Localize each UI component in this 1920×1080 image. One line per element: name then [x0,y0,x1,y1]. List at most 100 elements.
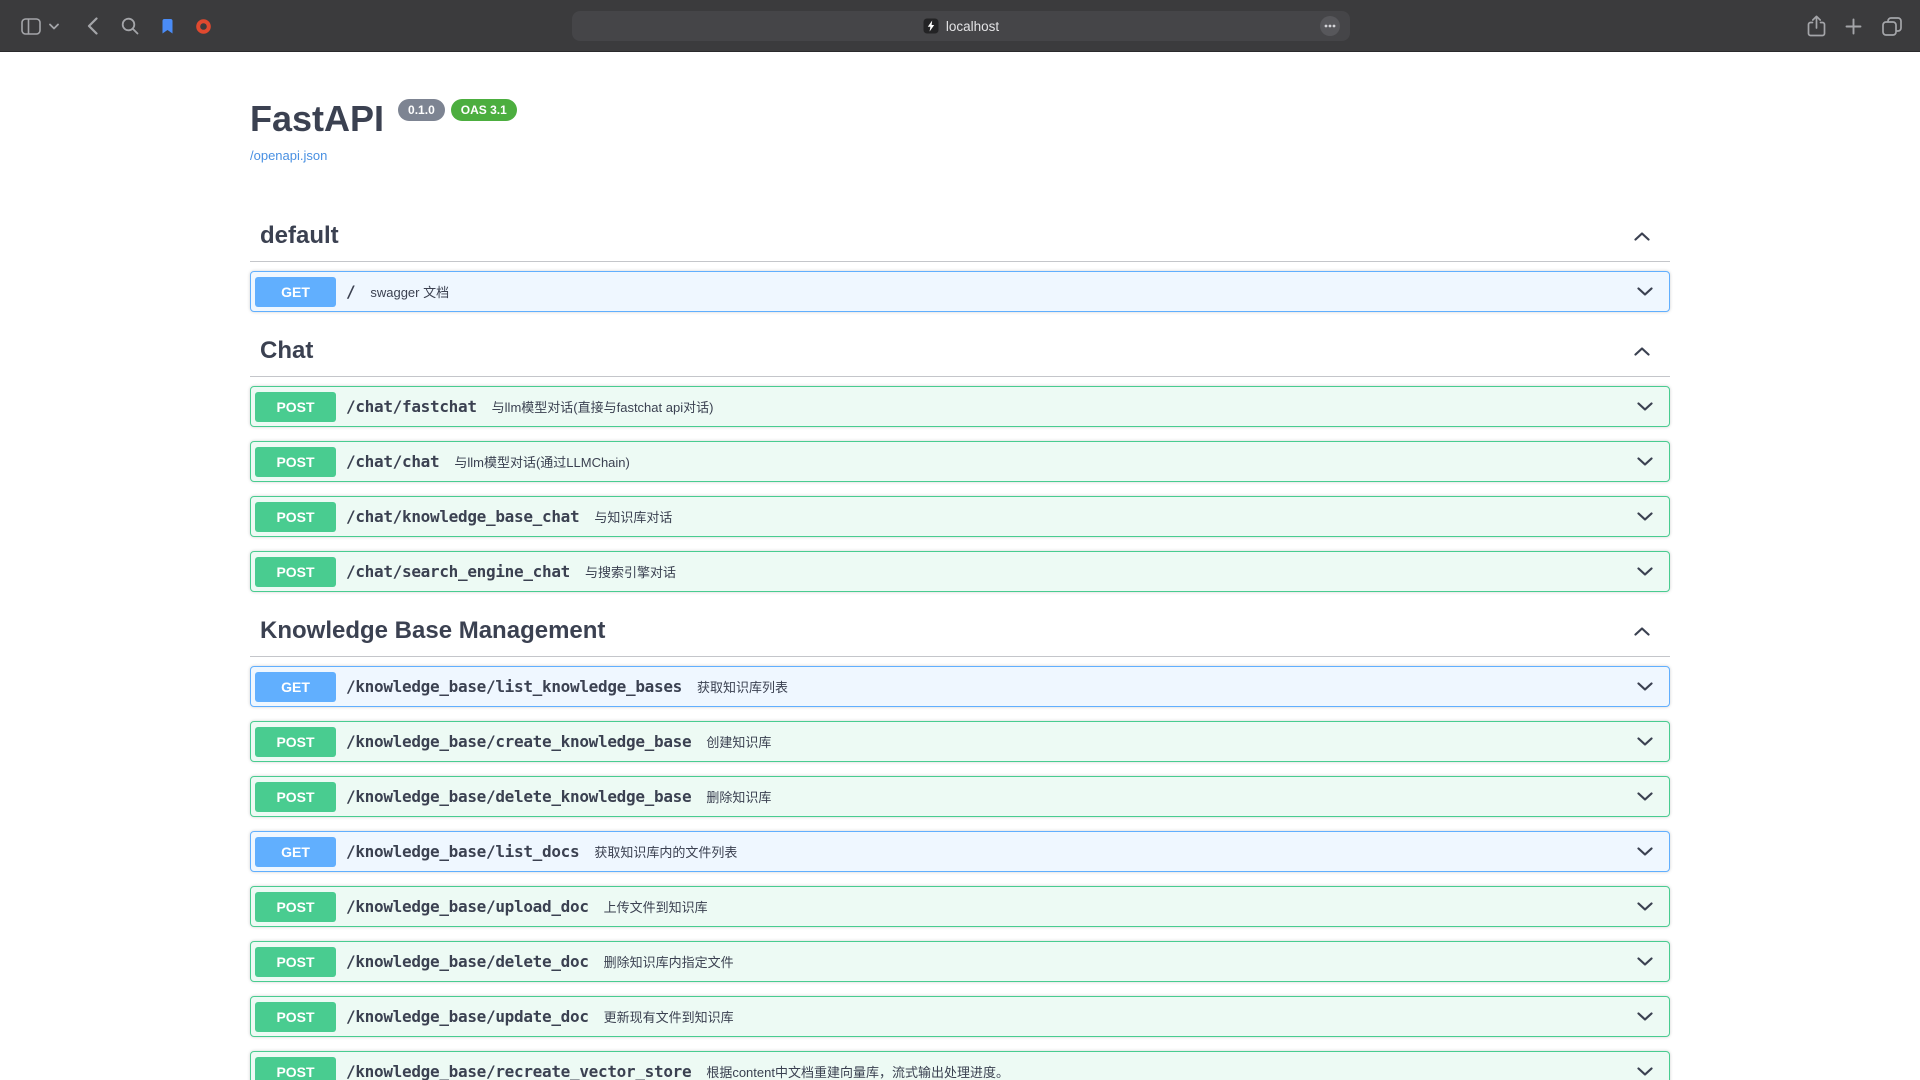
expand-operation-icon[interactable] [1637,957,1653,966]
method-badge: POST [255,727,336,757]
orange-app-icon[interactable] [189,12,217,40]
method-badge: POST [255,447,336,477]
method-badge: POST [255,947,336,977]
tab-overview-icon[interactable] [1878,12,1906,40]
operation-description: 与知识库对话 [594,507,672,526]
api-sections: default GET / swagger 文档 Chat POST /chat… [250,211,1670,1080]
expand-operation-icon[interactable] [1637,402,1653,411]
address-bar[interactable]: localhost [572,11,1350,41]
operation-row[interactable]: POST /chat/fastchat 与llm模型对话(直接与fastchat… [250,386,1670,427]
operation-path: /knowledge_base/list_knowledge_bases [346,677,682,696]
expand-operation-icon[interactable] [1637,512,1653,521]
collapse-section-icon[interactable] [1634,627,1650,636]
api-section: Chat POST /chat/fastchat 与llm模型对话(直接与fas… [250,326,1670,592]
swagger-page: FastAPI 0.1.0 OAS 3.1 /openapi.json defa… [0,52,1920,1080]
operation-path: /knowledge_base/recreate_vector_store [346,1062,691,1080]
operation-path: /knowledge_base/update_doc [346,1007,589,1026]
operation-description: 删除知识库 [706,787,771,806]
new-tab-icon[interactable] [1839,12,1867,40]
browser-toolbar: localhost [0,0,1920,52]
operation-row[interactable]: POST /chat/knowledge_base_chat 与知识库对话 [250,496,1670,537]
expand-operation-icon[interactable] [1637,902,1653,911]
method-badge: POST [255,892,336,922]
method-badge: POST [255,502,336,532]
expand-operation-icon[interactable] [1637,847,1653,856]
operation-row[interactable]: POST /knowledge_base/create_knowledge_ba… [250,721,1670,762]
api-section: default GET / swagger 文档 [250,211,1670,312]
operation-row[interactable]: GET /knowledge_base/list_knowledge_bases… [250,666,1670,707]
operation-row[interactable]: POST /knowledge_base/delete_doc 删除知识库内指定… [250,941,1670,982]
search-icon[interactable] [116,12,144,40]
operation-row[interactable]: POST /knowledge_base/delete_knowledge_ba… [250,776,1670,817]
operation-row[interactable]: GET /knowledge_base/list_docs 获取知识库内的文件列… [250,831,1670,872]
operation-path: /chat/knowledge_base_chat [346,507,579,526]
operation-path: /chat/search_engine_chat [346,562,570,581]
expand-operation-icon[interactable] [1637,287,1653,296]
page-title: FastAPI [250,98,384,140]
operation-description: 与llm模型对话(通过LLMChain) [454,452,630,471]
section-operations: GET / swagger 文档 [250,262,1670,312]
operation-row[interactable]: POST /knowledge_base/upload_doc 上传文件到知识库 [250,886,1670,927]
operation-description: 删除知识库内指定文件 [604,952,734,971]
method-badge: POST [255,1002,336,1032]
sidebar-icon[interactable] [17,12,45,40]
operation-path: / [346,282,355,301]
operation-description: 获取知识库列表 [697,677,788,696]
operation-description: 上传文件到知识库 [604,897,708,916]
operation-path: /chat/fastchat [346,397,477,416]
collapse-section-icon[interactable] [1634,347,1650,356]
operation-path: /knowledge_base/delete_doc [346,952,589,971]
operation-row[interactable]: GET / swagger 文档 [250,271,1670,312]
operation-description: 与搜索引擎对话 [585,562,676,581]
expand-operation-icon[interactable] [1637,792,1653,801]
operation-description: 更新现有文件到知识库 [604,1007,734,1026]
expand-operation-icon[interactable] [1637,567,1653,576]
site-favicon [923,18,939,34]
operation-description: 与llm模型对话(直接与fastchat api对话) [492,397,714,416]
section-header[interactable]: default [250,211,1670,262]
operation-row[interactable]: POST /chat/search_engine_chat 与搜索引擎对话 [250,551,1670,592]
section-title: Chat [260,336,313,366]
method-badge: GET [255,837,336,867]
api-info: FastAPI 0.1.0 OAS 3.1 /openapi.json [250,52,1670,165]
operation-path: /chat/chat [346,452,439,471]
operation-row[interactable]: POST /knowledge_base/update_doc 更新现有文件到知… [250,996,1670,1037]
operation-description: 获取知识库内的文件列表 [594,842,737,861]
operation-row[interactable]: POST /chat/chat 与llm模型对话(通过LLMChain) [250,441,1670,482]
chevron-down-icon[interactable] [45,12,63,40]
method-badge: POST [255,782,336,812]
section-title: default [260,221,339,251]
operation-description: 根据content中文档重建向量库，流式输出处理进度。 [706,1062,1009,1080]
openapi-spec-link[interactable]: /openapi.json [250,148,327,163]
method-badge: POST [255,1057,336,1080]
section-header[interactable]: Knowledge Base Management [250,606,1670,657]
expand-operation-icon[interactable] [1637,1012,1653,1021]
operation-path: /knowledge_base/list_docs [346,842,579,861]
back-icon[interactable] [78,12,106,40]
collapse-section-icon[interactable] [1634,232,1650,241]
oas-badge: OAS 3.1 [451,99,517,121]
operation-path: /knowledge_base/delete_knowledge_base [346,787,691,806]
section-header[interactable]: Chat [250,326,1670,377]
section-title: Knowledge Base Management [260,616,605,646]
blue-app-icon[interactable] [153,12,181,40]
operation-description: swagger 文档 [370,282,449,301]
expand-operation-icon[interactable] [1637,737,1653,746]
operation-row[interactable]: POST /knowledge_base/recreate_vector_sto… [250,1051,1670,1080]
expand-operation-icon[interactable] [1637,1067,1653,1076]
expand-operation-icon[interactable] [1637,457,1653,466]
method-badge: GET [255,277,336,307]
page-menu-icon[interactable] [1320,16,1340,36]
operation-path: /knowledge_base/upload_doc [346,897,589,916]
api-section: Knowledge Base Management GET /knowledge… [250,606,1670,1080]
operation-description: 创建知识库 [706,732,771,751]
share-icon[interactable] [1802,12,1830,40]
method-badge: POST [255,557,336,587]
section-operations: GET /knowledge_base/list_knowledge_bases… [250,657,1670,1080]
address-text: localhost [946,19,999,34]
version-badge: 0.1.0 [398,99,445,121]
section-operations: POST /chat/fastchat 与llm模型对话(直接与fastchat… [250,377,1670,592]
expand-operation-icon[interactable] [1637,682,1653,691]
method-badge: GET [255,672,336,702]
method-badge: POST [255,392,336,422]
